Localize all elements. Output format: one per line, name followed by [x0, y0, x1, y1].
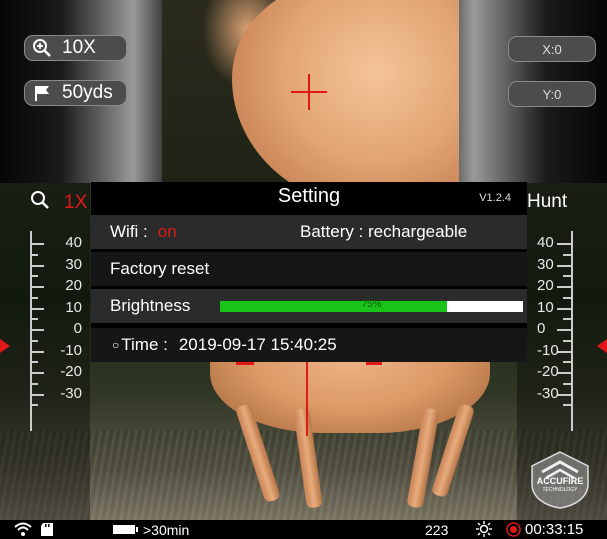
time-label: Time : — [121, 335, 168, 354]
battery-type-label: Battery : rechargeable — [300, 222, 468, 241]
brightness-slider[interactable]: 75% — [220, 299, 523, 312]
distance-label: 50yds — [62, 82, 113, 103]
logo-subtext: TECHNOLOGY — [542, 487, 578, 493]
wifi-battery-row[interactable]: Wifi : on Battery : rechargeable — [91, 215, 527, 249]
right-scale-label: 20 — [537, 277, 554, 294]
reticle-right-bar — [366, 362, 382, 365]
zoom-view: 10X 50yds X:0 Y:0 — [0, 0, 607, 183]
right-scale-label: 30 — [537, 255, 554, 273]
right-scale-spine — [571, 231, 573, 431]
left-scale-major-tick — [30, 393, 44, 396]
wifi-label: Wifi : — [110, 222, 148, 241]
time-row[interactable]: ○ Time : 2019-09-17 15:40:25 — [91, 328, 527, 362]
distance-pill[interactable]: 50yds — [24, 80, 127, 106]
left-scale-major-tick — [30, 329, 44, 331]
right-scale-label: 10 — [537, 298, 554, 316]
left-scale-label: 30 — [65, 255, 82, 273]
left-scale-minor-tick — [30, 404, 38, 407]
shot-count: 223 — [425, 521, 449, 538]
accufire-logo: ACCUFIRE TECHNOLOGY — [528, 450, 592, 510]
left-scale-minor-tick — [30, 339, 38, 342]
left-scale-label: -30 — [60, 384, 82, 402]
left-scale-spine — [30, 231, 32, 431]
left-scale-major-tick — [30, 264, 44, 267]
x-offset-label: X:0 — [542, 41, 562, 57]
zoom-level-label: 10X — [62, 37, 96, 58]
version-label: V1.2.4 — [479, 192, 511, 204]
left-scale-label: -20 — [60, 363, 82, 380]
y-offset-pill[interactable]: Y:0 — [508, 81, 596, 107]
deer-image — [232, 0, 459, 183]
battery-icon — [113, 525, 138, 534]
reticle-left-bar — [236, 362, 254, 365]
logo-text: ACCUFIRE — [536, 476, 584, 486]
battery-time: >30min — [143, 521, 190, 538]
left-scale-label: 10 — [65, 298, 82, 316]
wifi-icon — [14, 521, 32, 539]
left-scale-minor-tick — [30, 296, 38, 299]
zoom-in-icon — [32, 38, 52, 58]
zoom-level-pill[interactable]: 10X — [24, 35, 127, 61]
settings-panel: Setting V1.2.4 Wifi : on Battery : recha… — [91, 182, 527, 362]
left-scale-label: -10 — [60, 341, 82, 359]
right-scale-label: 40 — [537, 234, 554, 251]
left-scale-minor-tick — [30, 318, 38, 321]
main-zoom-text: 1X — [64, 192, 88, 213]
record-timer: 00:33:15 — [525, 521, 584, 538]
right-scale-label: -20 — [537, 363, 559, 380]
left-scale-label: 0 — [73, 320, 82, 337]
left-scale-major-tick — [30, 372, 44, 374]
left-level-marker — [0, 339, 10, 353]
left-scale-major-tick — [30, 286, 44, 288]
settings-title: Setting — [277, 185, 341, 207]
wifi-value[interactable]: on — [158, 222, 177, 242]
left-scale-label: 20 — [65, 277, 82, 294]
status-bar: >30min 223 00:33:15 — [0, 520, 607, 539]
left-scale-major-tick — [30, 350, 44, 353]
zoom-view-scene — [162, 0, 459, 183]
left-scale-major-tick — [30, 307, 44, 310]
zoom-crosshair-vertical — [308, 74, 310, 110]
x-offset-pill[interactable]: X:0 — [508, 36, 596, 62]
left-scale-minor-tick — [30, 253, 38, 256]
left-scale-label: 40 — [65, 234, 82, 251]
time-radio-icon: ○ — [112, 338, 120, 352]
left-scale-minor-tick — [30, 382, 38, 385]
left-scale-minor-tick — [30, 361, 38, 364]
brightness-row[interactable]: Brightness 75% — [91, 289, 527, 323]
time-value: 2019-09-17 15:40:25 — [178, 335, 337, 354]
right-scale-label: 0 — [537, 320, 546, 337]
right-scale-label: -10 — [537, 341, 559, 359]
right-scale-label: -30 — [537, 384, 559, 402]
right-level-marker — [597, 339, 607, 353]
search-icon[interactable] — [30, 190, 50, 216]
factory-reset-row[interactable]: Factory reset — [91, 252, 527, 286]
y-offset-label: Y:0 — [542, 86, 562, 102]
sun-icon — [476, 521, 492, 539]
left-scale-minor-tick — [30, 275, 38, 278]
flag-icon — [32, 83, 52, 103]
sd-card-icon — [40, 522, 54, 539]
reticle-vertical — [306, 361, 308, 436]
record-icon — [506, 522, 521, 539]
left-scale-major-tick — [30, 243, 44, 245]
mode-label: Hunt — [527, 191, 568, 212]
right-scale-minor-tick — [563, 404, 571, 407]
brightness-label: Brightness — [110, 296, 191, 315]
factory-reset-label: Factory reset — [110, 259, 210, 278]
main-header-left: 1X — [30, 190, 87, 216]
brightness-percent: 75% — [361, 299, 382, 310]
